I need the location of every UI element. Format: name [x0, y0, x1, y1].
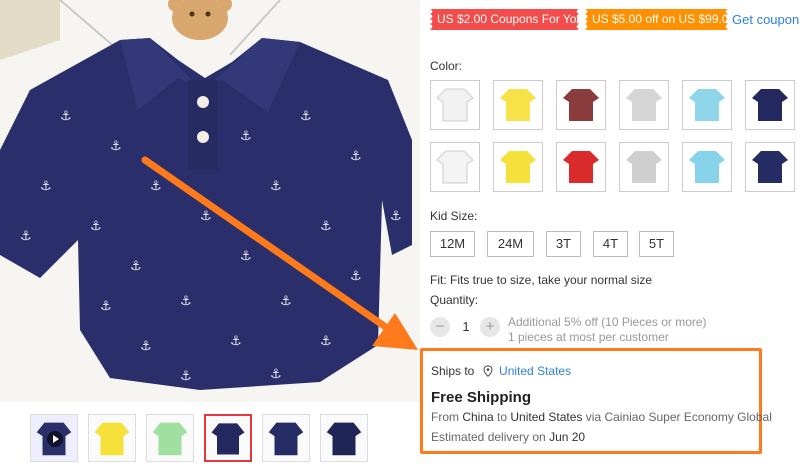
svg-text:⚓: ⚓	[240, 129, 252, 144]
quantity-note: Additional 5% off (10 Pieces or more) 1 …	[508, 315, 707, 345]
svg-text:⚓: ⚓	[230, 334, 242, 349]
color-label: Color:	[430, 59, 463, 73]
svg-text:⚓: ⚓	[100, 299, 112, 314]
svg-text:⚓: ⚓	[350, 149, 362, 164]
size-option-5t[interactable]: 5T	[639, 231, 674, 257]
svg-text:⚓: ⚓	[180, 369, 192, 384]
bulk-discount-note: Additional 5% off (10 Pieces or more)	[508, 315, 707, 329]
svg-text:⚓: ⚓	[110, 139, 122, 154]
route-carrier: via Cainiao Super Economy Global	[582, 410, 772, 424]
color-swatch[interactable]	[682, 142, 732, 192]
thumbnail-video[interactable]	[30, 414, 78, 462]
quantity-plus-button[interactable]: +	[480, 317, 500, 337]
coupon-badge[interactable]: US $2.00 Coupons For You	[430, 9, 583, 30]
ships-to-row: Ships to United States	[431, 364, 571, 378]
svg-text:⚓: ⚓	[20, 229, 32, 244]
svg-text:⚓: ⚓	[280, 294, 292, 309]
svg-text:⚓: ⚓	[180, 294, 192, 309]
svg-text:⚓: ⚓	[300, 109, 312, 124]
svg-text:⚓: ⚓	[200, 209, 212, 224]
free-shipping-title: Free Shipping	[431, 389, 532, 406]
size-label: Kid Size:	[430, 209, 478, 223]
eta-date: Jun 20	[549, 430, 586, 444]
size-option-3t[interactable]: 3T	[546, 231, 581, 257]
svg-text:⚓: ⚓	[350, 269, 362, 284]
route-to-word: to	[493, 410, 511, 424]
ships-to-label: Ships to	[431, 364, 475, 378]
svg-text:⚓: ⚓	[40, 179, 52, 194]
size-option-24m[interactable]: 24M	[487, 231, 534, 257]
svg-text:⚓: ⚓	[140, 339, 152, 354]
purchase-limit-note: 1 pieces at most per customer	[508, 330, 669, 344]
play-icon	[47, 431, 63, 447]
thumbnail-navy-selected[interactable]	[204, 414, 252, 462]
coupon-badge[interactable]: US $5.00 off on US $99.00	[585, 9, 735, 30]
location-pin-icon	[483, 365, 493, 377]
size-option-12m[interactable]: 12M	[430, 231, 475, 257]
color-swatch[interactable]	[619, 142, 669, 192]
thumbnail-green[interactable]	[146, 414, 194, 462]
svg-text:⚓: ⚓	[90, 219, 102, 234]
svg-text:⚓: ⚓	[390, 209, 402, 224]
route-destination: United States	[510, 410, 583, 424]
svg-text:⚓: ⚓	[270, 179, 282, 194]
color-swatch[interactable]	[745, 142, 795, 192]
svg-text:⚓: ⚓	[270, 367, 282, 382]
color-swatch[interactable]	[430, 80, 480, 130]
quantity-minus-button[interactable]: −	[430, 317, 450, 337]
thumbnail-navy-detail[interactable]	[320, 414, 368, 462]
color-swatch[interactable]	[619, 80, 669, 130]
shipping-info-box: Ships to United States Free Shipping Fro…	[420, 348, 772, 454]
color-swatch[interactable]	[430, 142, 480, 192]
fit-note: Fit: Fits true to size, take your normal…	[430, 273, 653, 287]
color-swatch[interactable]	[682, 80, 732, 130]
thumbnail-yellow[interactable]	[88, 414, 136, 462]
size-option-4t[interactable]: 4T	[593, 231, 628, 257]
svg-text:⚓: ⚓	[130, 259, 142, 274]
eta-prefix: Estimated delivery on	[431, 430, 550, 444]
color-swatch[interactable]	[745, 80, 795, 130]
color-swatch[interactable]	[556, 142, 606, 192]
svg-text:⚓: ⚓	[60, 109, 72, 124]
thumbnail-navy-back[interactable]	[262, 414, 310, 462]
color-swatch[interactable]	[493, 80, 543, 130]
estimated-delivery: Estimated delivery on Jun 20	[431, 430, 585, 444]
get-coupon-link[interactable]: Get coupon	[732, 9, 799, 30]
color-swatch[interactable]	[493, 142, 543, 192]
quantity-label: Quantity:	[430, 293, 479, 307]
svg-text:⚓: ⚓	[240, 249, 252, 264]
route-from-prefix: From	[431, 410, 463, 424]
svg-text:⚓: ⚓	[320, 334, 332, 349]
route-origin: China	[462, 410, 494, 424]
svg-text:⚓: ⚓	[150, 179, 162, 194]
quantity-value[interactable]: 1	[460, 319, 472, 334]
shipping-route: From China to United States via Cainiao …	[431, 410, 772, 424]
ship-country-link[interactable]: United States	[499, 364, 571, 378]
main-product-image: ⚓ ⚓ ⚓ ⚓ ⚓ ⚓ ⚓ ⚓ ⚓ ⚓ ⚓ ⚓ ⚓ ⚓ ⚓ ⚓ ⚓ ⚓ ⚓ ⚓ ⚓ ⚓ ⚓ ⚓	[0, 0, 420, 402]
color-swatch[interactable]	[556, 80, 606, 130]
svg-text:⚓: ⚓	[320, 219, 332, 234]
